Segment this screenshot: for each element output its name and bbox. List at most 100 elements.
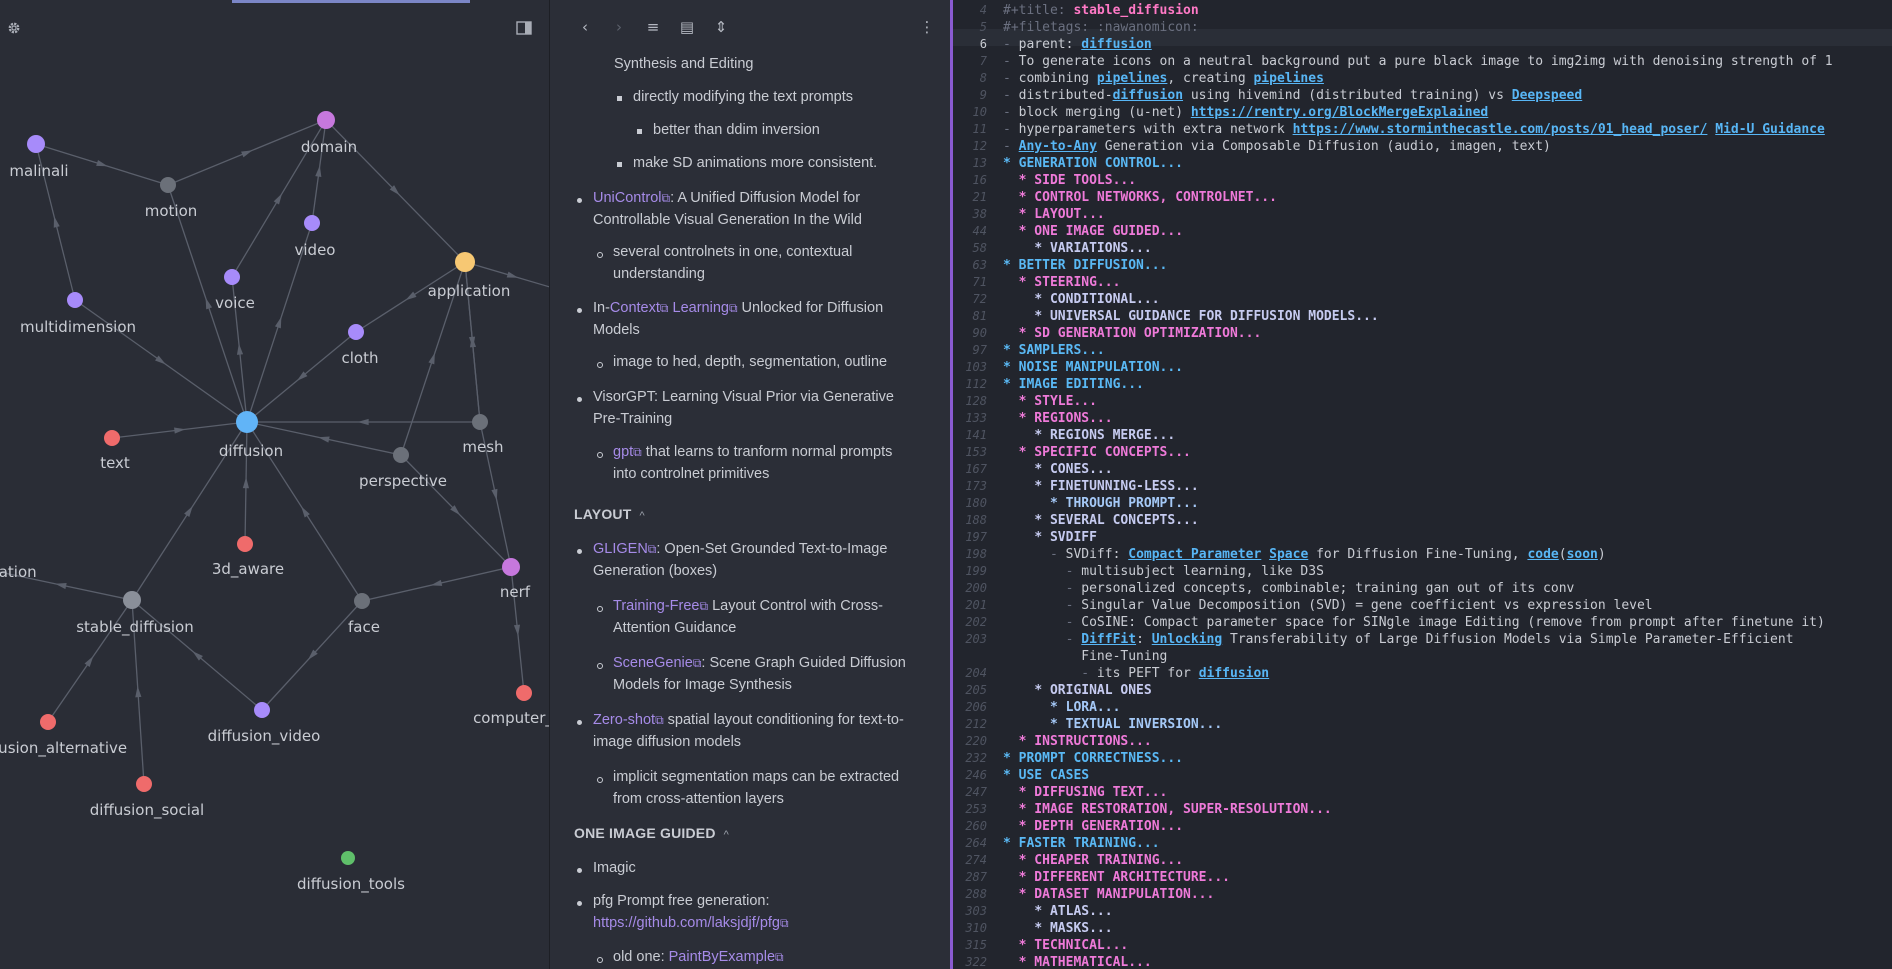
- line-text[interactable]: * DEPTH GENERATION...: [1003, 818, 1183, 835]
- graph-node-dot[interactable]: [27, 135, 45, 153]
- line-text[interactable]: * FASTER TRAINING...: [1003, 835, 1160, 852]
- editor-line[interactable]: 288 * DATASET MANIPULATION...: [953, 886, 1892, 903]
- line-text[interactable]: - SVDiff: Compact Parameter Space for Di…: [1003, 546, 1606, 563]
- graph-view[interactable]: malinali domain motion video voice applicatio…: [0, 0, 549, 969]
- line-text[interactable]: * TECHNICAL...: [1003, 937, 1129, 954]
- editor-line[interactable]: 8 - combining pipelines, creating pipelin…: [953, 70, 1892, 87]
- editor-line[interactable]: 246 * USE CASES: [953, 767, 1892, 784]
- graph-node-diffusion-video[interactable]: diffusion_video: [208, 702, 321, 746]
- line-text[interactable]: * CONTROL NETWORKS, CONTROLNET...: [1003, 189, 1277, 206]
- editor-line[interactable]: 128 * STYLE...: [953, 393, 1892, 410]
- gear-icon[interactable]: [2, 16, 26, 40]
- editor-line[interactable]: 260 * DEPTH GENERATION...: [953, 818, 1892, 835]
- graph-node-dot[interactable]: [136, 776, 152, 792]
- graph-node-dot[interactable]: [516, 685, 532, 701]
- editor-line[interactable]: 212 * TEXTUAL INVERSION...: [953, 716, 1892, 733]
- editor-line[interactable]: 141 * REGIONS MERGE...: [953, 427, 1892, 444]
- line-text[interactable]: * LAYOUT...: [1003, 206, 1105, 223]
- editor-line[interactable]: 188 * SEVERAL CONCEPTS...: [953, 512, 1892, 529]
- graph-node-dot[interactable]: [304, 215, 320, 231]
- editor-line[interactable]: 21 * CONTROL NETWORKS, CONTROLNET...: [953, 189, 1892, 206]
- line-text[interactable]: * SVDIFF: [1003, 529, 1097, 546]
- line-text[interactable]: * IMAGE RESTORATION, SUPER-RESOLUTION...: [1003, 801, 1332, 818]
- editor-line[interactable]: 303 * ATLAS...: [953, 903, 1892, 920]
- paintbyexample-link[interactable]: PaintByExample: [669, 949, 775, 965]
- graph-node-cloth[interactable]: cloth: [342, 324, 379, 367]
- line-text[interactable]: #+title: stable_diffusion: [1003, 2, 1199, 19]
- line-text[interactable]: - To generate icons on a neutral backgro…: [1003, 53, 1833, 70]
- editor-line[interactable]: 112 * IMAGE EDITING...: [953, 376, 1892, 393]
- graph-node-nerf[interactable]: nerf: [500, 558, 531, 601]
- editor-line[interactable]: 81 * UNIVERSAL GUIDANCE FOR DIFFUSION MO…: [953, 308, 1892, 325]
- line-text[interactable]: * REGIONS MERGE...: [1003, 427, 1175, 444]
- editor-line[interactable]: 38 * LAYOUT...: [953, 206, 1892, 223]
- line-text[interactable]: - combining pipelines, creating pipeline…: [1003, 70, 1324, 87]
- line-text[interactable]: * NOISE MANIPULATION...: [1003, 359, 1183, 376]
- line-text[interactable]: - distributed-diffusion using hivemind (…: [1003, 87, 1582, 104]
- graph-node-diffusion-social[interactable]: diffusion_social: [90, 776, 204, 820]
- editor-line[interactable]: 247 * DIFFUSING TEXT...: [953, 784, 1892, 801]
- line-text[interactable]: - its PEFT for diffusion: [1003, 665, 1269, 682]
- line-text[interactable]: - Singular Value Decomposition (SVD) = g…: [1003, 597, 1653, 614]
- line-text[interactable]: * THROUGH PROMPT...: [1003, 495, 1199, 512]
- editor-line[interactable]: 63 * BETTER DIFFUSION...: [953, 257, 1892, 274]
- editor-line[interactable]: 7 - To generate icons on a neutral backgr…: [953, 53, 1892, 70]
- editor-line[interactable]: 198 - SVDiff: Compact Parameter Space fo…: [953, 546, 1892, 563]
- graph-node-perspective[interactable]: perspective: [359, 447, 447, 490]
- scenegenie-link[interactable]: SceneGenie: [613, 655, 693, 671]
- line-text[interactable]: * STYLE...: [1003, 393, 1097, 410]
- graph-node-dot[interactable]: [502, 558, 520, 576]
- editor-line[interactable]: 167 * CONES...: [953, 461, 1892, 478]
- graph-node-multidimension[interactable]: multidimension: [20, 292, 136, 336]
- line-text[interactable]: - personalized concepts, combinable; tra…: [1003, 580, 1575, 597]
- line-text[interactable]: * PROMPT CORRECTNESS...: [1003, 750, 1183, 767]
- editor-line[interactable]: 199 - multisubject learning, like D3S: [953, 563, 1892, 580]
- graph-node-face[interactable]: face: [348, 593, 380, 636]
- line-text[interactable]: * VARIATIONS...: [1003, 240, 1151, 257]
- pfg-github-link[interactable]: https://github.com/laksjdjf/pfg: [593, 915, 780, 931]
- unicontrol-link[interactable]: UniControl: [593, 190, 662, 206]
- line-text[interactable]: * CHEAPER TRAINING...: [1003, 852, 1183, 869]
- graph-node-voice[interactable]: voice: [215, 269, 255, 312]
- graph-canvas[interactable]: malinali domain motion video voice applicatio…: [0, 0, 549, 969]
- section-heading-one-image-guided[interactable]: ONE IMAGE GUIDED ^: [574, 825, 729, 841]
- graph-node-ntation[interactable]: ntation: [0, 562, 37, 581]
- graph-node-video[interactable]: video: [295, 215, 336, 259]
- editor-line[interactable]: 13 * GENERATION CONTROL...: [953, 155, 1892, 172]
- chevron-up-icon[interactable]: ^: [724, 829, 729, 841]
- forward-arrow-icon[interactable]: ›: [608, 16, 630, 38]
- graph-node-dot[interactable]: [254, 702, 270, 718]
- line-text[interactable]: * BETTER DIFFUSION...: [1003, 257, 1167, 274]
- editor-line[interactable]: 264 * FASTER TRAINING...: [953, 835, 1892, 852]
- graph-node-application[interactable]: application: [428, 252, 511, 300]
- graph-node-stable-diffusion[interactable]: stable_diffusion: [76, 591, 194, 637]
- line-text[interactable]: * MASKS...: [1003, 920, 1112, 937]
- more-options-icon[interactable]: ⋮: [916, 16, 938, 38]
- line-text[interactable]: * USE CASES: [1003, 767, 1089, 784]
- editor-line[interactable]: 6 - parent: diffusion: [953, 36, 1892, 53]
- line-text[interactable]: Fine-Tuning: [1003, 648, 1167, 665]
- editor-line[interactable]: 58 * VARIATIONS...: [953, 240, 1892, 257]
- line-text[interactable]: * SEVERAL CONCEPTS...: [1003, 512, 1198, 529]
- editor-line[interactable]: 5 #+filetags: :nawanomicon:: [953, 19, 1892, 36]
- line-text[interactable]: * ORIGINAL ONES: [1003, 682, 1151, 699]
- graph-node-fusion-alternative[interactable]: fusion_alternative: [0, 714, 127, 758]
- editor-line[interactable]: 315 * TECHNICAL...: [953, 937, 1892, 954]
- graph-node-dot[interactable]: [348, 324, 364, 340]
- line-text[interactable]: - Any-to-Any Generation via Composable D…: [1003, 138, 1551, 155]
- editor-line[interactable]: 173 * FINETUNNING-LESS...: [953, 478, 1892, 495]
- sidebar-toggle-icon[interactable]: [512, 16, 536, 40]
- editor-line[interactable]: 202 - CoSINE: Compact parameter space fo…: [953, 614, 1892, 631]
- line-text[interactable]: * STEERING...: [1003, 274, 1121, 291]
- line-text[interactable]: * DIFFERENT ARCHITECTURE...: [1003, 869, 1230, 886]
- editor-line[interactable]: 9 - distributed-diffusion using hivemind …: [953, 87, 1892, 104]
- editor-line[interactable]: 204 - its PEFT for diffusion: [953, 665, 1892, 682]
- editor-line[interactable]: 71 * STEERING...: [953, 274, 1892, 291]
- line-text[interactable]: * SAMPLERS...: [1003, 342, 1105, 359]
- expand-icon[interactable]: ⇕: [710, 16, 732, 38]
- editor-line[interactable]: 72 * CONDITIONAL...: [953, 291, 1892, 308]
- line-text[interactable]: * SD GENERATION OPTIMIZATION...: [1003, 325, 1262, 342]
- line-text[interactable]: * REGIONS...: [1003, 410, 1113, 427]
- editor-line[interactable]: 180 * THROUGH PROMPT...: [953, 495, 1892, 512]
- outline-icon[interactable]: ≡: [642, 16, 664, 38]
